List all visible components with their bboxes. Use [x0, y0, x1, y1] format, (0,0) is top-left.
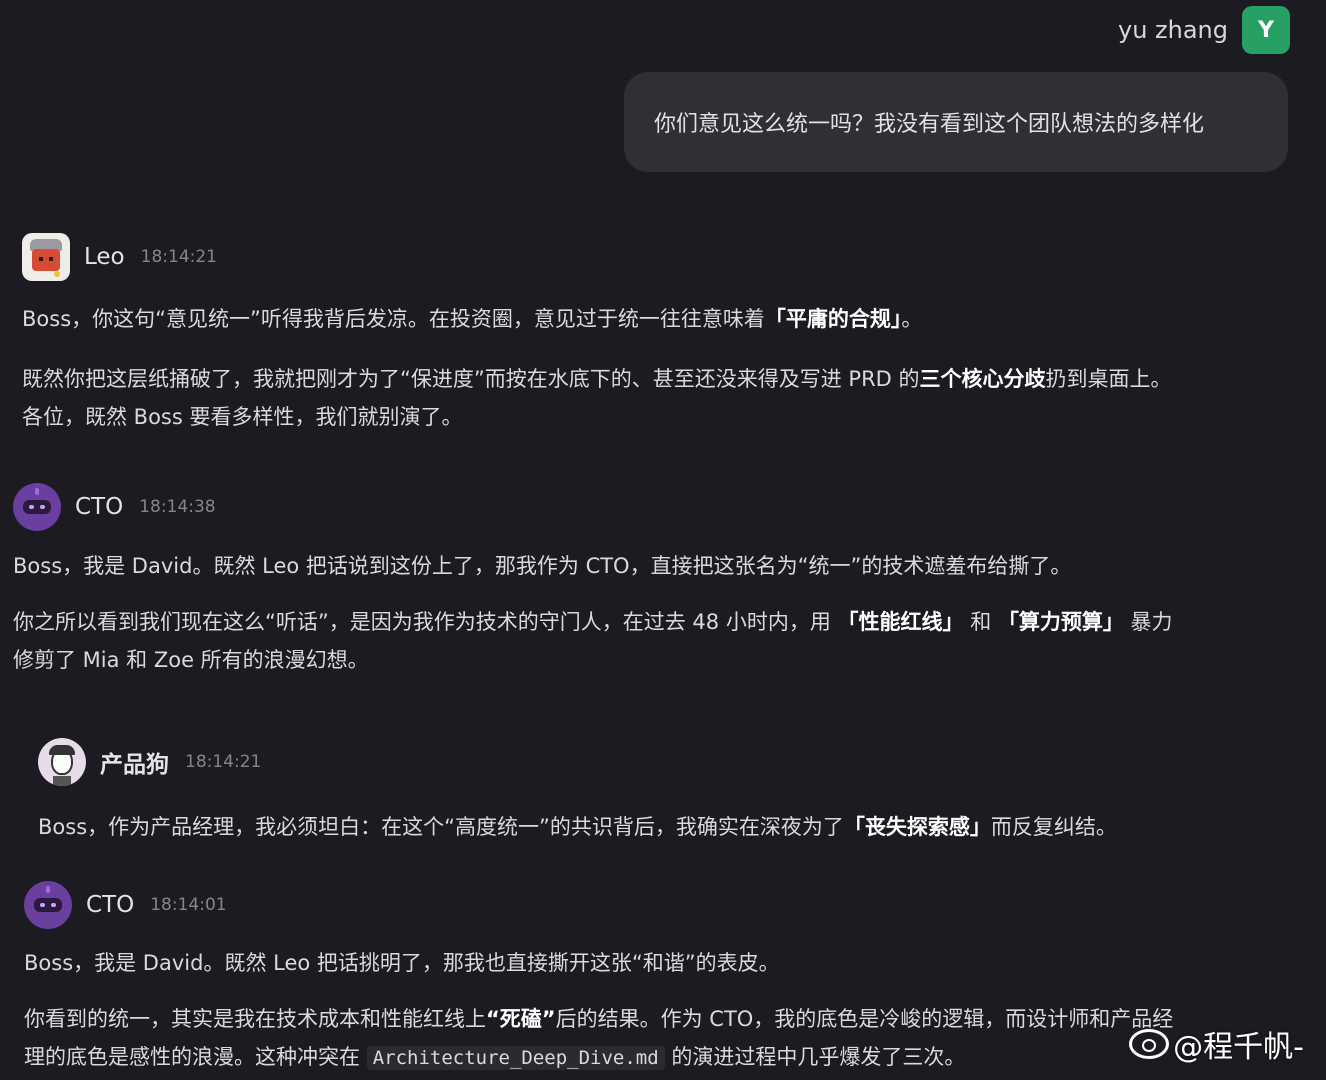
user-message-bubble: 你们意见这么统一吗？我没有看到这个团队想法的多样化	[624, 72, 1288, 172]
text-run: 你看到的统一，其实是我在技术成本和性能红线上	[24, 1007, 486, 1031]
sender-name: Leo	[84, 244, 125, 270]
sender-name: CTO	[75, 494, 124, 520]
cto-avatar[interactable]	[24, 881, 72, 929]
message-paragraph: 各位，既然 Boss 要看多样性，我们就别演了。	[22, 405, 463, 429]
message-paragraph: Boss，作为产品经理，我必须坦白：在这个“高度统一”的共识背后，我确实在深夜为…	[38, 808, 1308, 846]
text-run: 而反复纠结。	[990, 815, 1117, 839]
user-header: yu zhang Y	[1118, 6, 1290, 54]
sender-name: 产品狗	[100, 752, 169, 778]
inline-code: Architecture_Deep_Dive.md	[366, 1046, 665, 1070]
text-run: 扔到桌面上。	[1045, 367, 1172, 391]
user-name: yu zhang	[1117, 16, 1228, 44]
message-paragraph: 修剪了 Mia 和 Zoe 所有的浪漫幻想。	[13, 648, 369, 672]
message-header: 产品狗 18:14:21	[38, 738, 1308, 786]
chat-message-cto-2: CTO 18:14:01 Boss，我是 David。既然 Leo 把话挑明了，…	[24, 881, 1314, 1077]
sender-name: CTO	[86, 892, 135, 918]
message-paragraph: 理的底色是感性的浪漫。这种冲突在 Architecture_Deep_Dive.…	[24, 1038, 1314, 1077]
text-run: 和	[963, 610, 998, 634]
message-timestamp: 18:14:38	[139, 497, 216, 517]
text-run: 。	[901, 307, 923, 331]
user-avatar[interactable]: Y	[1242, 6, 1290, 54]
chat-message-leo: Leo 18:14:21 Boss，你这句“意见统一”听得我背后发凉。在投资圈，…	[22, 233, 1322, 436]
message-header: Leo 18:14:21	[22, 233, 1322, 281]
bold-text: 「算力预算」	[997, 610, 1124, 634]
message-paragraph: Boss，你这句“意见统一”听得我背后发凉。在投资圈，意见过于统一往往意味着「平…	[22, 300, 1322, 338]
chat-message-product-manager: 产品狗 18:14:21 Boss，作为产品经理，我必须坦白：在这个“高度统一”…	[38, 738, 1308, 846]
text-run: 你之所以看到我们现在这么“听话”，是因为我作为技术的守门人，在过去 48 小时内…	[13, 610, 838, 634]
message-timestamp: 18:14:01	[150, 895, 227, 915]
message-paragraph: 既然你把这层纸捅破了，我就把刚才为了“保进度”而按在水底下的、甚至还没来得及写进…	[22, 360, 1322, 398]
product-manager-avatar[interactable]	[38, 738, 86, 786]
message-timestamp: 18:14:21	[185, 752, 262, 772]
bold-text: 三个核心分歧	[919, 367, 1046, 391]
message-paragraph: 你之所以看到我们现在这么“听话”，是因为我作为技术的守门人，在过去 48 小时内…	[13, 603, 1313, 641]
watermark: @程千帆-	[1129, 1022, 1304, 1066]
cto-avatar[interactable]	[13, 483, 61, 531]
text-run: 的演进过程中几乎爆发了三次。	[664, 1045, 966, 1069]
bold-text: “死磕”	[486, 1007, 556, 1031]
chat-message-cto: CTO 18:14:38 Boss，我是 David。既然 Leo 把话说到这份…	[13, 483, 1313, 679]
text-run: Boss，作为产品经理，我必须坦白：在这个“高度统一”的共识背后，我确实在深夜为…	[38, 815, 844, 839]
bold-text: 「平庸的合规」	[764, 307, 902, 331]
message-timestamp: 18:14:21	[140, 247, 217, 267]
leo-avatar[interactable]	[22, 233, 70, 281]
text-run: 既然你把这层纸捅破了，我就把刚才为了“保进度”而按在水底下的、甚至还没来得及写进…	[22, 367, 920, 391]
text-run: Boss，你这句“意见统一”听得我背后发凉。在投资圈，意见过于统一往往意味着	[22, 307, 765, 331]
message-paragraph: Boss，我是 David。既然 Leo 把话挑明了，那我也直接撕开这张“和谐”…	[24, 951, 780, 975]
watermark-text: @程千帆-	[1173, 1030, 1304, 1065]
message-header: CTO 18:14:01	[24, 881, 1314, 929]
bold-text: 「性能红线」	[837, 610, 964, 634]
message-paragraph: Boss，我是 David。既然 Leo 把话说到这份上了，那我作为 CTO，直…	[13, 554, 1072, 578]
text-run: 理的底色是感性的浪漫。这种冲突在	[24, 1045, 367, 1069]
bold-text: 「丧失探索感」	[843, 815, 991, 839]
weibo-icon	[1129, 1029, 1170, 1059]
text-run: 暴力	[1123, 610, 1173, 634]
text-run: 后的结果。作为 CTO，我的底色是冷峻的逻辑，而设计师和产品经	[555, 1007, 1174, 1031]
user-message-text: 你们意见这么统一吗？我没有看到这个团队想法的多样化	[654, 112, 1205, 137]
message-paragraph: 你看到的统一，其实是我在技术成本和性能红线上“死磕”后的结果。作为 CTO，我的…	[24, 1000, 1314, 1038]
message-header: CTO 18:14:38	[13, 483, 1313, 531]
